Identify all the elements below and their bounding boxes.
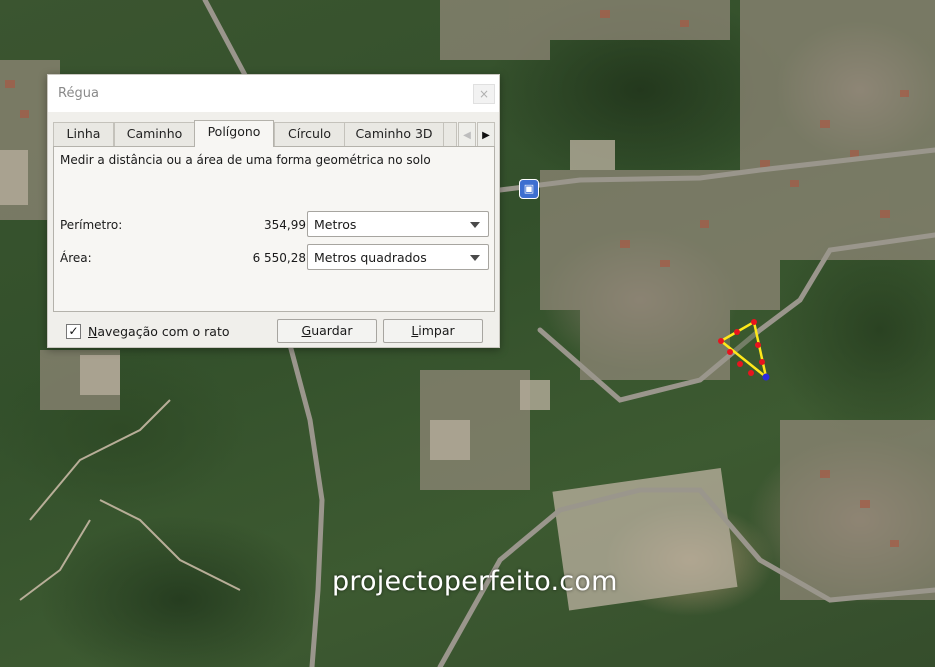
perimeter-label: Perímetro: [60,218,123,232]
close-button[interactable]: × [473,84,495,104]
perimeter-value: 354,99 [264,218,306,232]
tab-overflow[interactable] [443,122,457,146]
checkmark-icon: ✓ [68,324,79,338]
close-icon: × [478,87,490,101]
watermark: projectoperfeito.com [332,566,618,597]
chevron-down-icon [470,255,480,261]
tab-strip: Linha Caminho Polígono Círculo Caminho 3… [53,120,495,150]
perimeter-unit-value: Metros [314,217,357,232]
description-text: Medir a distância ou a área de uma forma… [60,153,431,167]
polygon-panel: Medir a distância ou a área de uma forma… [53,146,495,312]
tab-poligono[interactable]: Polígono [194,120,274,147]
bus-stop-icon[interactable]: ▣ [519,179,539,199]
area-unit-value: Metros quadrados [314,250,427,265]
chevron-down-icon [470,222,480,228]
save-button[interactable]: Guardar [277,319,377,343]
tab-circulo[interactable]: Círculo [274,122,345,146]
tab-caminho-3d[interactable]: Caminho 3D [344,122,444,146]
mouse-navigation-checkbox[interactable]: ✓ [66,324,81,339]
mouse-navigation-label[interactable]: Navegação com o rato [88,324,230,339]
title-bar[interactable]: Régua × [48,75,499,112]
perimeter-unit-select[interactable]: Metros [307,211,489,237]
dialog-title: Régua [58,86,99,101]
area-label: Área: [60,251,92,265]
clear-button[interactable]: Limpar [383,319,483,343]
tab-caminho[interactable]: Caminho [114,122,195,146]
ruler-dialog: Régua × Linha Caminho Polígono Círculo C… [47,74,500,348]
tab-linha[interactable]: Linha [53,122,114,146]
area-unit-select[interactable]: Metros quadrados [307,244,489,270]
area-value: 6 550,28 [252,251,306,265]
